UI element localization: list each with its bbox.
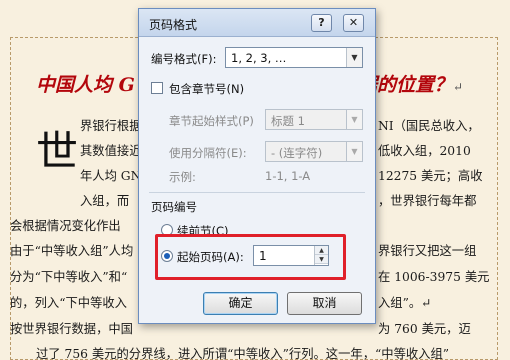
document-line: 的，列入“下中等收入 [10, 296, 127, 310]
title-left-fragment: 中国人均 G [36, 74, 135, 96]
continue-label: 续前节(C) [177, 224, 229, 238]
start-at-label: 起始页码(A): [177, 250, 244, 264]
chapter-style-value: 标题 1 [271, 114, 305, 128]
divider [149, 192, 365, 193]
document-line: 由于“中等收入组”人均 [10, 244, 134, 258]
dialog-title: 页码格式 [149, 18, 198, 32]
document-line: NI（国民总收入， [378, 119, 480, 133]
close-button[interactable]: ✕ [343, 14, 364, 32]
document-line: 为 760 美元，迈 [378, 322, 471, 336]
start-at-value: 1 [259, 249, 267, 263]
document-line: 会根据情况变化作出 [10, 219, 121, 233]
include-chapter-label: 包含章节号(N) [169, 82, 245, 96]
cancel-button[interactable]: 取消 [287, 292, 362, 315]
example-label: 示例: [169, 170, 196, 184]
ok-button[interactable]: 确定 [203, 292, 278, 315]
dialog-titlebar[interactable]: 页码格式 ? ✕ [139, 9, 375, 37]
chevron-down-icon[interactable]: ▼ [346, 48, 362, 67]
page-number-format-dialog: 页码格式 ? ✕ 编号格式(F): 1, 2, 3, … ▼ 包含章节号(N) … [138, 8, 376, 324]
document-line: 入组”。↵ [378, 296, 432, 310]
continue-radio[interactable] [161, 224, 173, 236]
document-line: 其数值接近 [80, 144, 142, 158]
document-line: 入组，而 [80, 194, 130, 208]
spin-up-icon[interactable]: ▲ [315, 246, 328, 255]
start-at-radio[interactable] [161, 250, 173, 262]
number-format-select[interactable]: 1, 2, 3, … ▼ [225, 47, 363, 68]
number-format-label: 编号格式(F): [151, 52, 217, 66]
chevron-down-icon[interactable]: ▼ [346, 142, 362, 161]
separator-select[interactable]: - (连字符) ▼ [265, 141, 363, 162]
document-line: 在 1006-3975 美元 [378, 270, 490, 284]
drop-cap: 世 [36, 127, 79, 176]
document-line: ，世界银行每年都 [378, 194, 477, 208]
separator-value: - (连字符) [271, 146, 323, 160]
separator-label: 使用分隔符(E): [169, 146, 247, 160]
spin-down-icon[interactable]: ▼ [315, 255, 328, 264]
document-line: 12275 美元；高收 [378, 169, 483, 183]
page-numbering-heading: 页码编号 [151, 200, 197, 214]
document-line: 过了 756 美元的分界线，进入所谓“中等收入”行列。这一年，“中等收入组” [36, 347, 450, 360]
start-at-spinner[interactable]: 1 ▲ ▼ [253, 245, 329, 266]
document-line: 低收入组，2010 [378, 144, 471, 158]
document-line: 分为“下中等收入”和“ [10, 270, 128, 284]
number-format-value: 1, 2, 3, … [231, 51, 287, 65]
chapter-style-label: 章节起始样式(P) [169, 114, 254, 128]
chapter-style-select[interactable]: 标题 1 ▼ [265, 109, 363, 130]
include-chapter-checkbox[interactable] [151, 82, 163, 94]
chevron-down-icon[interactable]: ▼ [346, 110, 362, 129]
document-line: 年人均 GN [80, 169, 142, 183]
document-line: 界银行根据 [80, 119, 142, 133]
document-line: 按世界银行数据，中国 [10, 322, 133, 336]
example-value: 1-1, 1-A [265, 169, 311, 183]
document-line: 界银行又把这一组 [378, 244, 477, 258]
help-button[interactable]: ? [311, 14, 332, 32]
